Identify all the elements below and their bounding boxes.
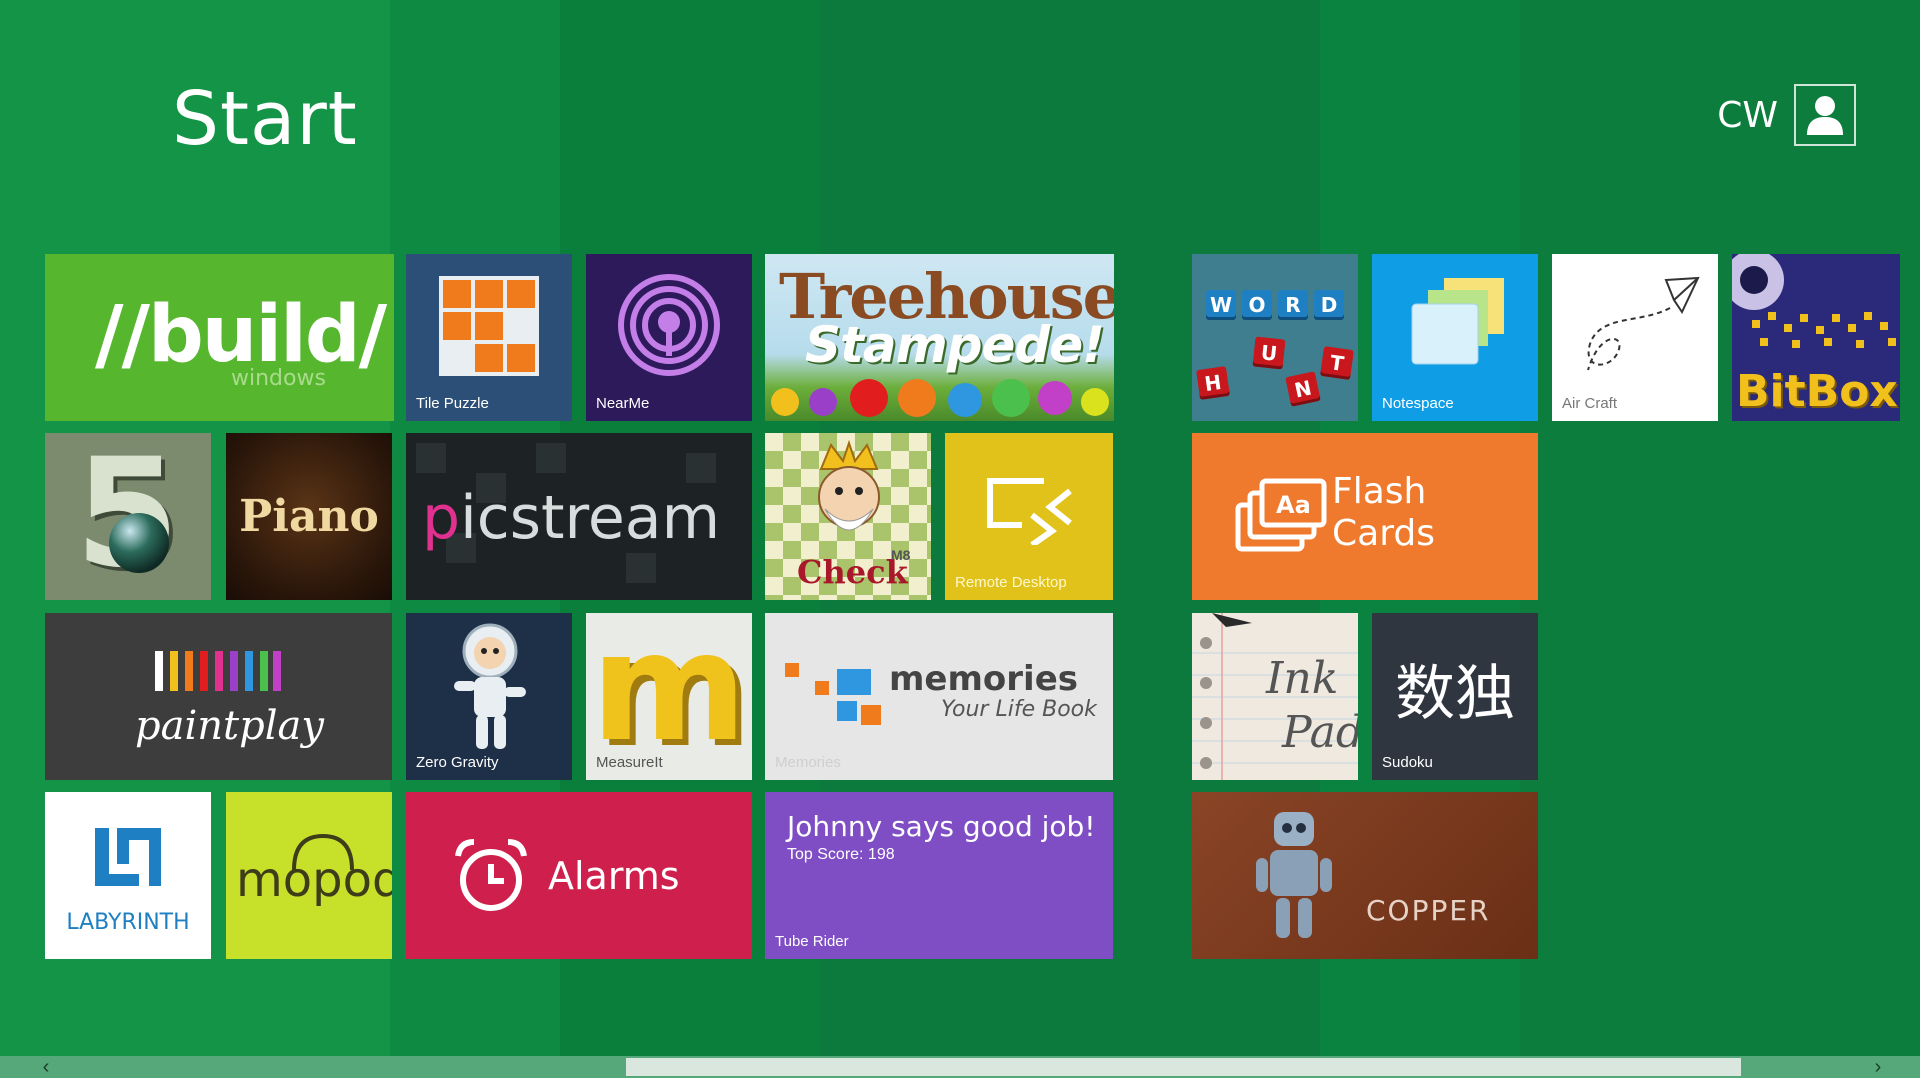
tile-remote-desktop[interactable]: Remote Desktop <box>945 433 1113 600</box>
scroll-right-arrow-icon[interactable]: › <box>1866 1056 1890 1078</box>
copper-text: COPPER <box>1366 894 1491 927</box>
tile-build[interactable]: //build/ windows <box>45 254 394 421</box>
measureit-glyph: m <box>590 613 748 775</box>
robot-icon <box>1256 812 1332 938</box>
labyrinth-icon <box>95 828 161 886</box>
labyrinth-text: LABYRINTH <box>66 910 190 935</box>
tile-puzzle-icon <box>439 276 539 376</box>
tile-picstream[interactable]: picstream <box>406 433 752 600</box>
tile-label: Remote Desktop <box>955 574 1067 591</box>
memories-blocks-icon <box>785 663 881 725</box>
picstream-text: icstream <box>460 483 721 553</box>
sudoku-glyphs: 数独 <box>1395 659 1515 729</box>
tile-air-craft[interactable]: Air Craft <box>1552 254 1718 421</box>
remote-desktop-icon <box>987 478 1072 545</box>
tile-tube-rider[interactable]: Johnny says good job! Top Score: 198 Tub… <box>765 792 1113 959</box>
tile-label: Air Craft <box>1562 395 1618 412</box>
tile-alarms[interactable]: Alarms <box>406 792 752 959</box>
tile-label: Sudoku <box>1382 754 1433 771</box>
treehouse-title-line2: Stampede! <box>805 316 1105 374</box>
tile-label: Tube Rider <box>775 933 849 950</box>
flash-cards-icon: Aa <box>1235 478 1327 552</box>
ink-pad-line2: Pad <box>1282 707 1358 758</box>
user-avatar-icon <box>1794 84 1856 146</box>
tube-rider-score: Top Score: 198 <box>787 846 895 863</box>
eye-pixel-icon <box>1732 254 1896 348</box>
checkm8-suffix: M8 <box>891 547 911 563</box>
letter-tile: R <box>1278 290 1308 320</box>
tile-label: Memories <box>775 754 841 771</box>
astronaut-icon <box>454 623 526 749</box>
alarm-clock-icon <box>455 839 527 911</box>
tile-ink-pad[interactable]: Ink Pad <box>1192 613 1358 780</box>
scrollbar-thumb[interactable] <box>626 1058 1741 1076</box>
color-bars-icon <box>155 651 281 691</box>
tile-notespace[interactable]: Notespace <box>1372 254 1538 421</box>
user-name: CW <box>1717 94 1778 136</box>
letter-tile: N <box>1285 371 1321 407</box>
sphere-icon <box>109 513 169 573</box>
letter-tile: H <box>1196 366 1230 400</box>
tile-label: Tile Puzzle <box>416 395 489 412</box>
tile-zero-gravity[interactable]: Zero Gravity <box>406 613 572 780</box>
paper-plane-icon <box>1587 276 1700 371</box>
letter-tile: O <box>1242 290 1272 320</box>
tile-mopod[interactable]: mopod <box>226 792 392 959</box>
svg-text:Aa: Aa <box>1276 491 1311 519</box>
page-title: Start <box>172 76 358 162</box>
flash-cards-line2: Cards <box>1332 513 1435 554</box>
tile-labyrinth[interactable]: LABYRINTH <box>45 792 211 959</box>
word-hunt-row-1: W O R D <box>1206 290 1344 320</box>
mopod-text: mopod <box>236 852 392 908</box>
tile-paintplay[interactable]: paintplay <box>45 613 392 780</box>
tile-bitbox[interactable]: BitBox <box>1732 254 1900 421</box>
broadcast-icon <box>618 274 720 376</box>
picstream-accent-letter: p <box>422 483 461 553</box>
king-icon <box>818 439 880 531</box>
letter-tile: U <box>1252 336 1286 370</box>
letter-tile: W <box>1206 290 1236 320</box>
memories-title: memories <box>889 659 1078 699</box>
tile-word-hunt[interactable]: W O R D H U N T <box>1192 254 1358 421</box>
tile-copper[interactable]: COPPER <box>1192 792 1538 959</box>
tile-label: MeasureIt <box>596 754 663 771</box>
tile-memories[interactable]: memories Your Life Book Memories <box>765 613 1113 780</box>
piano-text: Piano <box>239 491 379 542</box>
letter-tile: T <box>1320 346 1354 380</box>
tile-piano[interactable]: Piano <box>226 433 392 600</box>
tile-label: NearMe <box>596 395 650 412</box>
tile-treehouse-stampede[interactable]: Treehouse Stampede! <box>765 254 1114 421</box>
animals-icon <box>771 379 1109 417</box>
tile-sudoku[interactable]: 数独 Sudoku <box>1372 613 1538 780</box>
tile-measureit[interactable]: m MeasureIt <box>586 613 752 780</box>
tile-nearme[interactable]: NearMe <box>586 254 752 421</box>
ink-pad-line1: Ink <box>1266 653 1339 704</box>
tile-label: Notespace <box>1382 395 1454 412</box>
build-sub-text: windows <box>231 366 326 391</box>
letter-tile: D <box>1314 290 1344 320</box>
tube-rider-headline: Johnny says good job! <box>787 810 1096 843</box>
tile-tile-puzzle[interactable]: Tile Puzzle <box>406 254 572 421</box>
memories-subtitle: Your Life Book <box>941 697 1097 722</box>
scroll-left-arrow-icon[interactable]: ‹ <box>34 1056 58 1078</box>
paintplay-text: paintplay <box>135 703 324 749</box>
flash-cards-line1: Flash <box>1332 471 1427 512</box>
tile-flash-cards[interactable]: Aa Flash Cards <box>1192 433 1538 600</box>
bitbox-text: BitBox <box>1736 366 1898 417</box>
tile-label: Zero Gravity <box>416 754 499 771</box>
tile-checkm8[interactable]: Check M8 <box>765 433 931 600</box>
user-account[interactable]: CW <box>1717 84 1856 146</box>
background-panel <box>1520 0 1920 1078</box>
tile-five[interactable]: 5 <box>45 433 211 600</box>
alarms-label: Alarms <box>548 854 680 898</box>
sticky-notes-icon <box>1411 278 1504 365</box>
